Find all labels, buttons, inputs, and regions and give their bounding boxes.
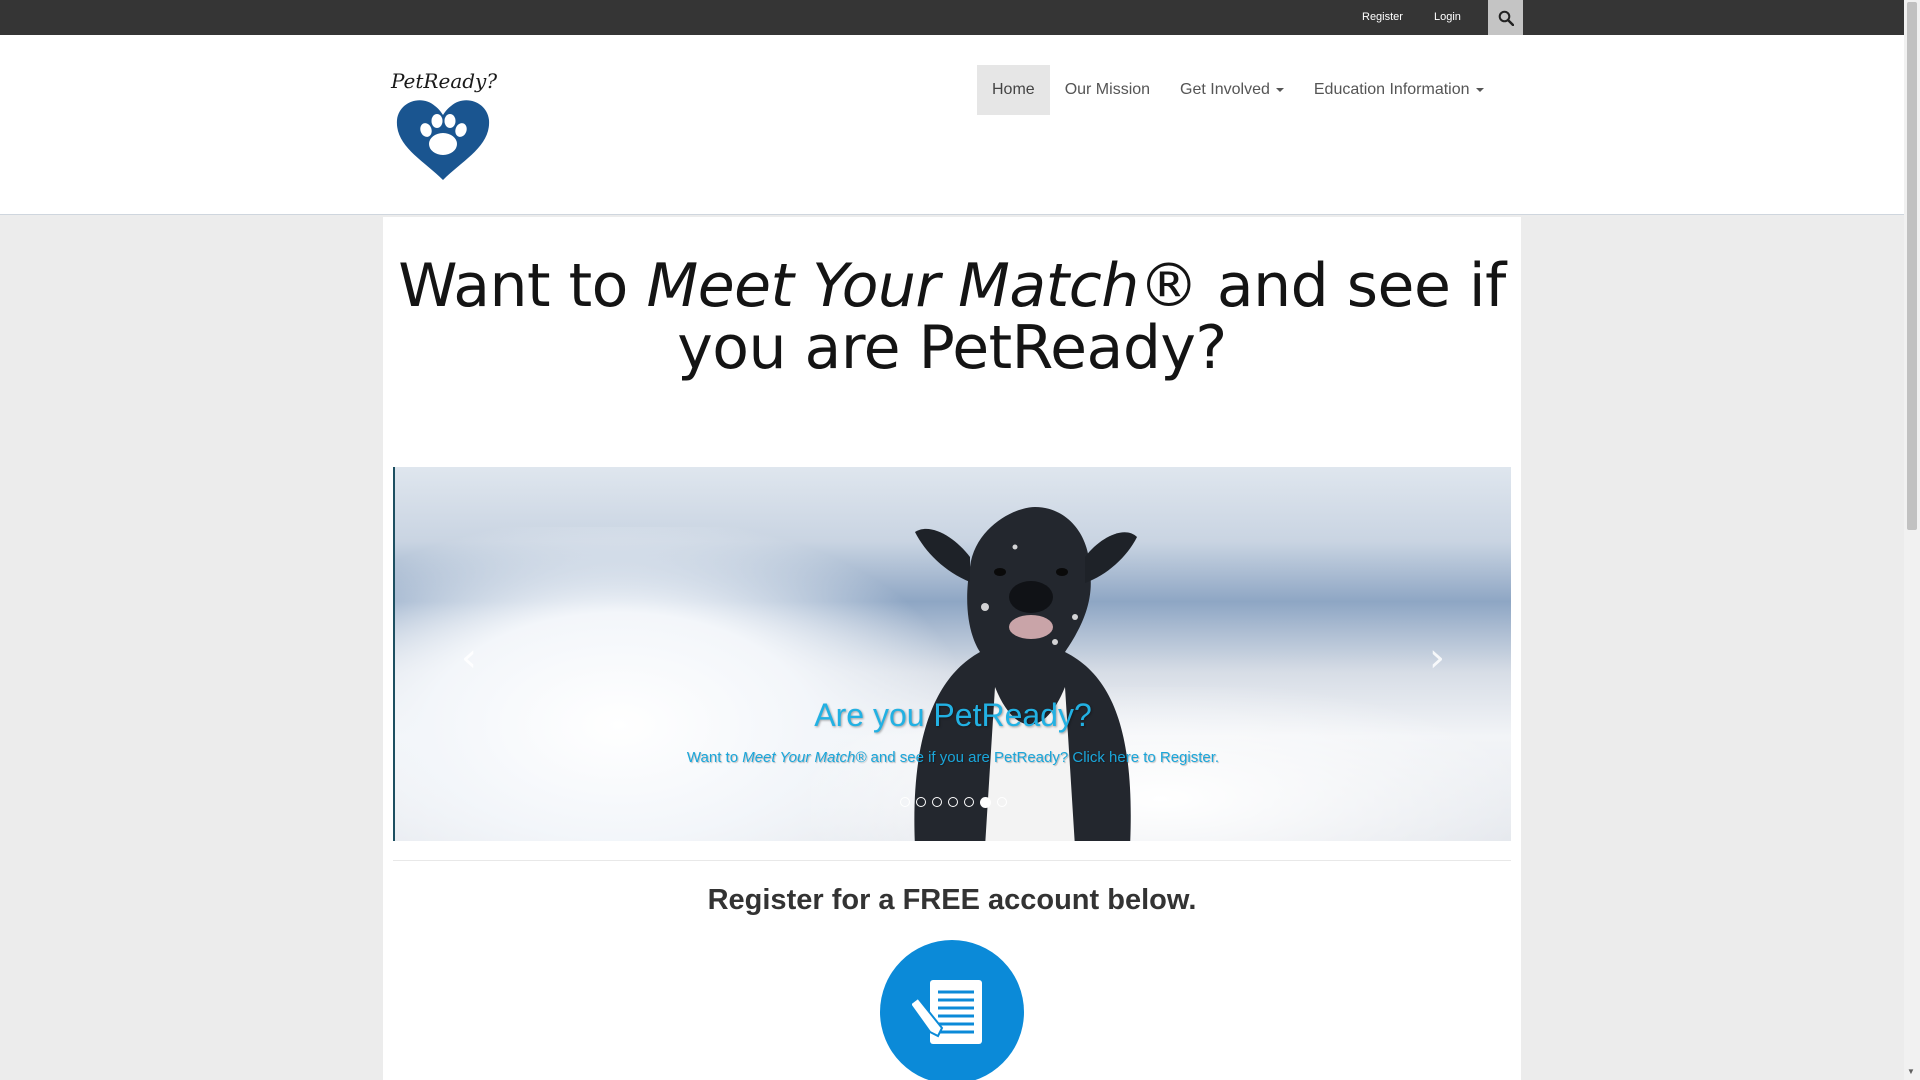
register-link[interactable]: Register bbox=[1362, 11, 1403, 23]
register-heading: Register for a FREE account below. bbox=[707, 884, 1197, 916]
caret-down-icon bbox=[1275, 88, 1284, 92]
nav-our-mission-label: Our Mission bbox=[1064, 81, 1151, 98]
nav-get-involved-label: Get Involved bbox=[1180, 81, 1270, 98]
hero-carousel[interactable]: ‹ › Are you PetReady? Want to Meet Your … bbox=[393, 467, 1511, 841]
scrollbar-thumb[interactable] bbox=[1907, 2, 1917, 530]
site-header: PetReady? Home Our Mission Get Involved … bbox=[0, 35, 1904, 215]
nav-home-label: Home bbox=[992, 81, 1035, 98]
logo-text: PetReady? bbox=[391, 69, 498, 93]
page-headline: Want to Meet Your Match® and see if you … bbox=[383, 255, 1521, 379]
carousel-indicator[interactable] bbox=[996, 797, 1007, 807]
carousel-indicator-active[interactable] bbox=[979, 797, 991, 808]
page-scrollbar[interactable]: ▼ bbox=[1904, 0, 1920, 1080]
search-icon bbox=[1498, 10, 1514, 26]
carousel-next-icon[interactable]: › bbox=[1429, 635, 1445, 681]
main-content: Want to Meet Your Match® and see if you … bbox=[383, 217, 1521, 1080]
dog-in-snow-image bbox=[914, 507, 1137, 841]
main-navigation: Home Our Mission Get Involved Education … bbox=[977, 65, 1499, 115]
nav-our-mission[interactable]: Our Mission bbox=[1050, 65, 1165, 115]
headline-text-start: Want to bbox=[398, 251, 647, 321]
carousel-indicator[interactable] bbox=[915, 797, 926, 807]
nav-get-involved[interactable]: Get Involved bbox=[1165, 65, 1299, 115]
caption-text-start: Want to bbox=[686, 749, 743, 766]
carousel-indicator[interactable] bbox=[899, 797, 910, 807]
carousel-prev-icon[interactable]: ‹ bbox=[461, 635, 477, 681]
section-divider bbox=[393, 860, 1511, 861]
carousel-indicator[interactable] bbox=[947, 797, 958, 807]
nav-education-information[interactable]: Education Information bbox=[1299, 65, 1499, 115]
paw-heart-icon bbox=[396, 100, 490, 180]
scroll-down-arrow-icon[interactable]: ▼ bbox=[1907, 1067, 1915, 1076]
petready-logo[interactable]: PetReady? bbox=[391, 69, 501, 184]
caption-meet-your-match: Meet Your Match® bbox=[742, 749, 867, 766]
caret-down-icon bbox=[1475, 88, 1484, 92]
carousel-indicator[interactable] bbox=[931, 797, 942, 807]
nav-home[interactable]: Home bbox=[977, 65, 1050, 115]
nav-education-information-label: Education Information bbox=[1313, 81, 1470, 98]
login-link[interactable]: Login bbox=[1434, 11, 1461, 23]
carousel-caption-title[interactable]: Are you PetReady? bbox=[395, 697, 1511, 734]
register-form-icon bbox=[912, 980, 982, 1044]
carousel-caption-link[interactable]: Want to Meet Your Match® and see if you … bbox=[395, 749, 1511, 766]
headline-meet-your-match: Meet Your Match® bbox=[646, 251, 1199, 321]
carousel-indicator[interactable] bbox=[963, 797, 974, 807]
carousel-indicators bbox=[395, 797, 1511, 808]
top-utility-bar: Register Login bbox=[0, 0, 1904, 35]
register-button[interactable] bbox=[880, 940, 1024, 1080]
search-button[interactable] bbox=[1488, 0, 1523, 35]
caption-text-end: and see if you are PetReady? Click here … bbox=[866, 749, 1220, 766]
